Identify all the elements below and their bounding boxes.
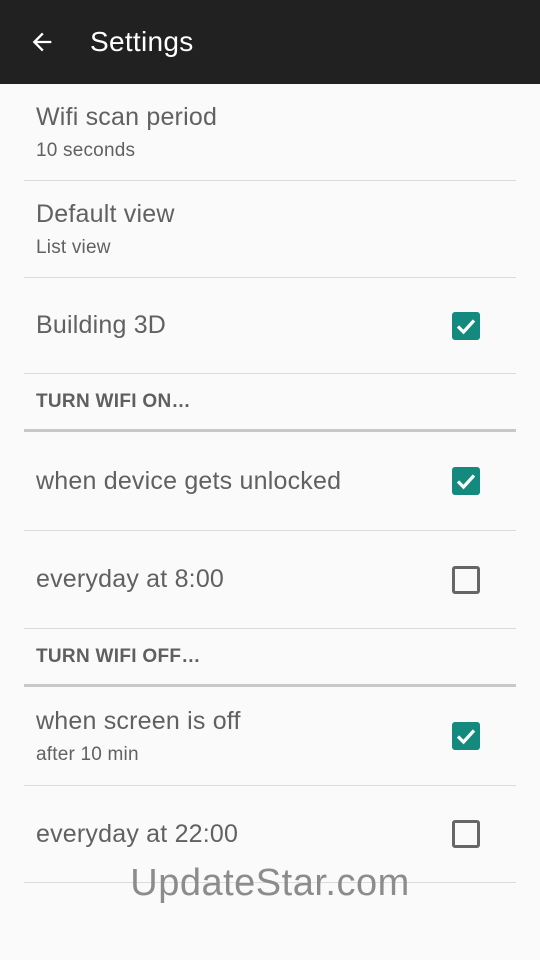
turn-wifi-off-header: TURN WIFI OFF… [24,629,516,687]
app-toolbar: Settings [0,0,540,84]
building-3d-item[interactable]: Building 3D [24,278,516,374]
wifi-scan-period-title: Wifi scan period [36,102,218,131]
everyday-22-title: everyday at 22:00 [36,819,239,848]
screen-off-summary: after 10 min [36,743,139,765]
when-unlocked-item[interactable]: when device gets unlocked [24,432,516,531]
checkmark-icon [456,474,476,490]
building-3d-title: Building 3D [36,311,167,339]
everyday-22-checkbox[interactable] [452,820,480,848]
settings-list: Wifi scan period 10 seconds Default view… [0,84,540,883]
watermark: UpdateStar.com [130,862,410,904]
everyday-8-item[interactable]: everyday at 8:00 [24,531,516,629]
everyday-8-title: everyday at 8:00 [36,565,225,593]
back-button[interactable] [0,0,84,84]
screen-off-title: when screen is off [36,706,241,735]
wifi-scan-period-item[interactable]: Wifi scan period 10 seconds [24,84,516,181]
screen-off-item[interactable]: when screen is off after 10 min [24,687,516,786]
turn-wifi-on-header: TURN WIFI ON… [24,374,516,432]
when-unlocked-checkbox[interactable] [452,467,480,495]
everyday-8-checkbox[interactable] [452,565,480,594]
default-view-title: Default view [36,199,175,228]
page-title: Settings [90,26,194,57]
wifi-scan-period-summary: 10 seconds [36,139,136,161]
checkmark-icon [456,318,476,334]
checkmark-icon [456,729,476,745]
building-3d-checkbox[interactable] [452,311,480,340]
default-view-summary: List view [36,236,111,258]
screen-off-checkbox[interactable] [452,722,480,750]
default-view-item[interactable]: Default view List view [24,181,516,278]
when-unlocked-title: when device gets unlocked [36,466,342,495]
arrow-back-icon [32,32,52,52]
